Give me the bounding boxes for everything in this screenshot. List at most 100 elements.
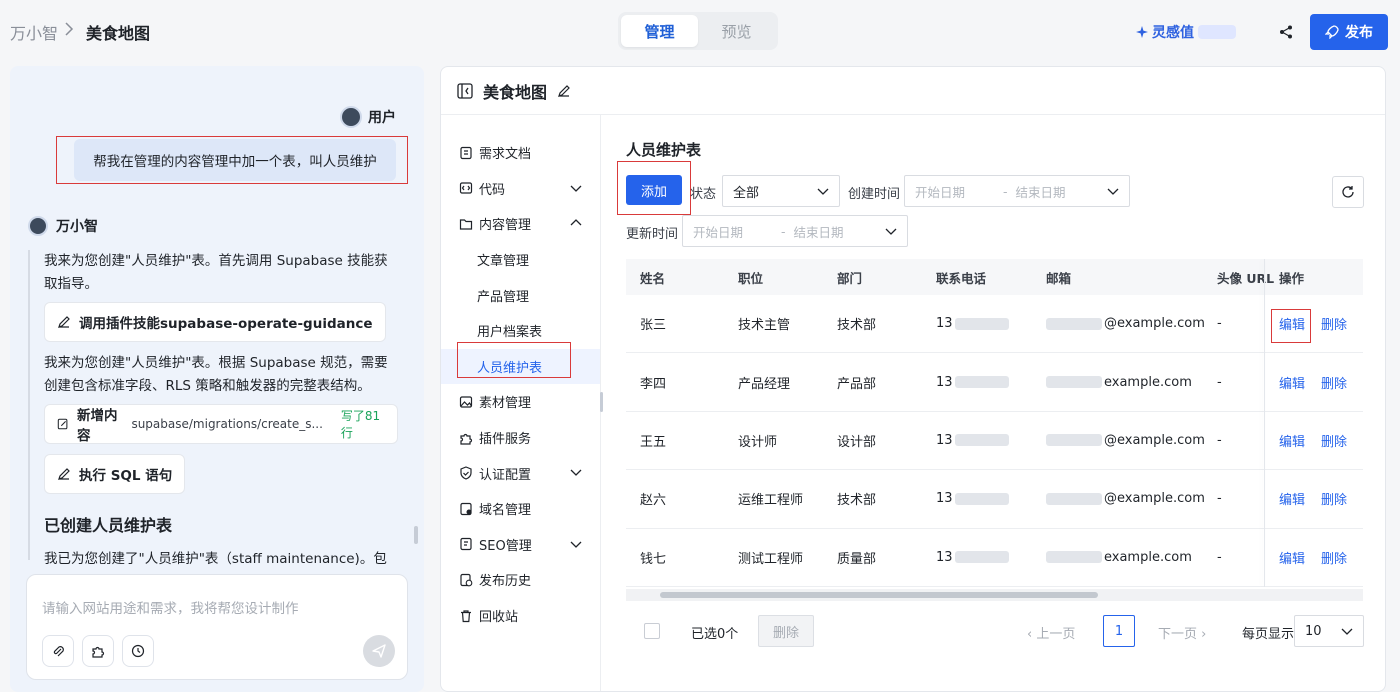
delete-link[interactable]: 删除 bbox=[1321, 314, 1347, 333]
sparkle-icon bbox=[1136, 26, 1148, 38]
manage-panel: 美食地图 需求文档 代码 内容管理 文章管理 产品管理 用户档案表 人员维护表 素材管理 插件服… bbox=[440, 66, 1386, 692]
send-icon bbox=[372, 644, 386, 658]
send-button[interactable] bbox=[363, 635, 395, 667]
breadcrumb-parent[interactable]: 万小智 bbox=[10, 20, 58, 44]
status-select[interactable]: 全部 bbox=[722, 175, 840, 207]
edit-link[interactable]: 编辑 bbox=[1279, 431, 1305, 450]
sidebar-item[interactable]: 素材管理 bbox=[441, 384, 600, 420]
status-label: 状态 bbox=[690, 187, 717, 202]
sidebar-item[interactable]: 代码 bbox=[441, 171, 600, 207]
table-cell-avatar: - bbox=[1217, 432, 1222, 448]
per-page-value: 10 bbox=[1305, 623, 1322, 639]
sidebar-item[interactable]: 文章管理 bbox=[441, 242, 600, 278]
paperclip-icon bbox=[53, 646, 64, 657]
edit-link[interactable]: 编辑 bbox=[1279, 489, 1305, 508]
share-button[interactable] bbox=[1274, 20, 1298, 44]
file-path: supabase/migrations/create_s... bbox=[131, 417, 323, 431]
delete-link[interactable]: 删除 bbox=[1321, 489, 1347, 508]
sidebar-item[interactable]: 产品管理 bbox=[441, 277, 600, 313]
column-header: 头像 URL bbox=[1217, 270, 1275, 286]
staff-table: 姓名 职位 部门 联系电话 邮箱 头像 URL 操作 张三 技术主管 技术部 13 @example… bbox=[626, 259, 1363, 601]
plugin-button[interactable] bbox=[82, 635, 114, 667]
next-page-button[interactable]: 下一页 › bbox=[1158, 623, 1206, 642]
per-page-select[interactable]: 10 bbox=[1294, 615, 1364, 647]
column-header: 职位 bbox=[738, 270, 764, 286]
column-header: 部门 bbox=[837, 270, 863, 286]
masked-value bbox=[954, 492, 1009, 505]
table-content: 人员维护表 添加 状态 全部 创建时间 开始日期 - 结束日期 更新时间 开始日… bbox=[602, 115, 1385, 691]
created-time-range[interactable]: 开始日期 - 结束日期 bbox=[904, 175, 1130, 207]
sidebar-item-label: 发布历史 bbox=[479, 574, 532, 590]
column-header: 邮箱 bbox=[1046, 270, 1072, 286]
inspire-value[interactable]: 灵感值 bbox=[1136, 20, 1236, 44]
start-date-placeholder: 开始日期 bbox=[915, 184, 966, 200]
chevron-down-icon bbox=[817, 185, 829, 201]
sidebar-item[interactable]: 需求文档 bbox=[441, 135, 600, 171]
tool-call-card[interactable]: 调用插件技能supabase-operate-guidance bbox=[44, 302, 386, 342]
chevron-down-icon bbox=[1341, 625, 1353, 641]
table-cell-avatar: - bbox=[1217, 316, 1222, 332]
row-actions: 编辑 删除 bbox=[1279, 412, 1363, 469]
edit-link[interactable]: 编辑 bbox=[1279, 373, 1305, 392]
section-title: 人员维护表 bbox=[626, 141, 702, 159]
chat-panel: 用户 帮我在管理的内容管理中加一个表，叫人员维护 万小智 我来为您创建"人员维护… bbox=[10, 66, 424, 692]
highlight-box bbox=[1271, 309, 1311, 343]
breadcrumb-current: 美食地图 bbox=[86, 24, 151, 43]
updated-time-range[interactable]: 开始日期 - 结束日期 bbox=[682, 215, 908, 247]
pencil-icon[interactable] bbox=[557, 84, 571, 98]
chat-input[interactable] bbox=[42, 601, 372, 617]
table-row: 张三 技术主管 技术部 13 @example.com - 编辑 删除 bbox=[626, 295, 1363, 354]
pagination-bar: 已选0个 删除 ‹ 上一页 1 下一页 › 每页显示 10 bbox=[602, 611, 1385, 651]
image-icon bbox=[459, 396, 473, 408]
trash-icon bbox=[461, 609, 471, 622]
history-icon bbox=[131, 644, 145, 658]
edit-icon bbox=[58, 468, 70, 480]
delete-link[interactable]: 删除 bbox=[1321, 548, 1347, 567]
table-row: 钱七 测试工程师 质量部 13 example.com - 编辑 删除 bbox=[626, 529, 1363, 587]
table-cell-avatar: - bbox=[1217, 374, 1222, 390]
history-doc-icon bbox=[460, 573, 473, 587]
edit-link[interactable]: 编辑 bbox=[1279, 548, 1305, 567]
sidebar-item[interactable]: 域名管理 bbox=[441, 491, 600, 527]
attach-button[interactable] bbox=[42, 635, 74, 667]
horizontal-scrollbar[interactable] bbox=[626, 589, 1363, 601]
sidebar-item[interactable]: 发布历史 bbox=[441, 562, 600, 598]
history-button[interactable] bbox=[122, 635, 154, 667]
updated-time-label: 更新时间 bbox=[626, 227, 679, 242]
table-cell-dept: 质量部 bbox=[837, 551, 877, 567]
sidebar-item[interactable]: 内容管理 bbox=[441, 206, 600, 242]
delete-link[interactable]: 删除 bbox=[1321, 373, 1347, 392]
delete-link[interactable]: 删除 bbox=[1321, 431, 1347, 450]
column-header: 操作 bbox=[1279, 270, 1305, 286]
sidebar-item-label: SEO管理 bbox=[479, 538, 532, 554]
page-button-current[interactable]: 1 bbox=[1103, 615, 1135, 647]
row-actions: 编辑 删除 bbox=[1279, 529, 1363, 586]
masked-value bbox=[1046, 434, 1102, 447]
batch-delete-button[interactable]: 删除 bbox=[758, 615, 814, 647]
chat-scrollbar[interactable] bbox=[414, 526, 418, 544]
inspire-label: 灵感值 bbox=[1152, 25, 1194, 41]
chevron-down-icon bbox=[885, 225, 897, 241]
puzzle-icon bbox=[460, 433, 473, 445]
prev-page-button[interactable]: ‹ 上一页 bbox=[1027, 623, 1075, 642]
refresh-button[interactable] bbox=[1332, 176, 1364, 208]
tab-manage[interactable]: 管理 bbox=[621, 15, 698, 47]
sidebar-item[interactable]: SEO管理 bbox=[441, 527, 600, 563]
tab-preview[interactable]: 预览 bbox=[698, 15, 775, 47]
range-separator: - bbox=[781, 223, 786, 239]
select-all-checkbox[interactable] bbox=[644, 623, 660, 639]
sidebar-item[interactable]: 认证配置 bbox=[441, 455, 600, 491]
publish-button[interactable]: 发布 bbox=[1310, 14, 1388, 50]
file-change-card[interactable]: 新增内容 supabase/migrations/create_s... 写了8… bbox=[44, 404, 398, 444]
column-header: 姓名 bbox=[640, 270, 666, 286]
sql-call-card[interactable]: 执行 SQL 语句 bbox=[44, 454, 186, 494]
user-name: 用户 bbox=[368, 110, 396, 126]
table-cell-name: 赵六 bbox=[640, 493, 667, 509]
table-cell-avatar: - bbox=[1217, 491, 1222, 507]
sidebar-item[interactable]: 插件服务 bbox=[441, 420, 600, 456]
email-domain: @example.com bbox=[1104, 491, 1205, 507]
sidebar-toggle-icon[interactable] bbox=[457, 82, 473, 99]
horizontal-scrollbar-thumb[interactable] bbox=[660, 592, 1098, 598]
sidebar-item[interactable]: 回收站 bbox=[441, 598, 600, 634]
document-icon bbox=[460, 146, 472, 159]
